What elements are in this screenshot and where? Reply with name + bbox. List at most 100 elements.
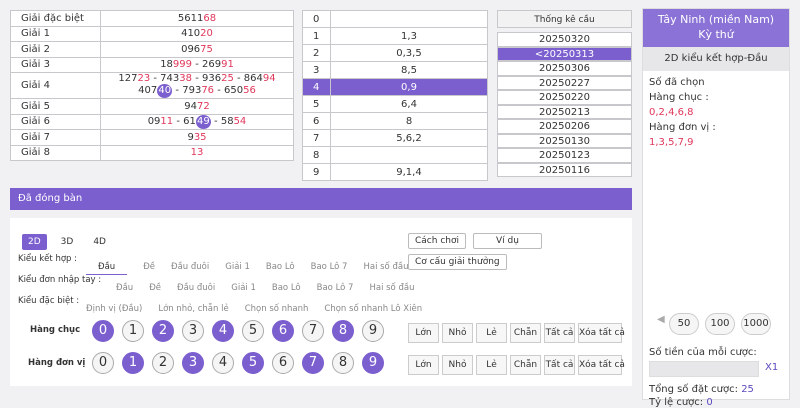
- chuc-ball[interactable]: 0: [92, 320, 114, 342]
- donvi-quick-button[interactable]: Xóa tất cả: [578, 355, 625, 375]
- example-button[interactable]: Ví dụ: [472, 233, 542, 249]
- chuc-quick-button[interactable]: Chẵn: [510, 323, 541, 343]
- donvi-ball[interactable]: 7: [302, 352, 324, 374]
- chip-50[interactable]: 50: [669, 313, 699, 335]
- option-item[interactable]: Đề: [149, 283, 161, 293]
- donvi-ball[interactable]: 1: [122, 352, 144, 374]
- prize-line: 13: [101, 147, 293, 158]
- chip-1000[interactable]: 1000: [741, 313, 771, 335]
- donvi-ball[interactable]: 4: [212, 352, 234, 374]
- option-item[interactable]: Hai số đầu: [363, 262, 408, 272]
- digit-row[interactable]: 68: [302, 112, 488, 130]
- donvi-ball[interactable]: 3: [182, 352, 204, 374]
- date-item[interactable]: 20250320: [497, 32, 632, 47]
- option-item[interactable]: Hai số đầu: [369, 283, 414, 293]
- digit-row[interactable]: 4 0,9: [302, 78, 488, 96]
- donvi-quick-button[interactable]: Nhỏ: [442, 355, 473, 375]
- digit-row[interactable]: 1 1,3: [302, 27, 488, 45]
- option-item[interactable]: Chọn số nhanh: [245, 304, 309, 314]
- chuc-label: Hàng chục :: [649, 92, 709, 103]
- option-item[interactable]: Đề: [143, 262, 155, 272]
- date-item[interactable]: 20250227: [497, 75, 632, 90]
- chuc-quick-button[interactable]: Lớn: [408, 323, 439, 343]
- donvi-quick-button[interactable]: Tất cả: [544, 355, 575, 375]
- option-item[interactable]: Giải 1: [231, 283, 256, 293]
- option-item[interactable]: Bao Lô 7: [317, 283, 354, 293]
- date-item[interactable]: 20250306: [497, 61, 632, 76]
- chip-left-arrow-icon[interactable]: ◀: [657, 314, 665, 325]
- option-item[interactable]: Đầu đuôi: [171, 262, 209, 272]
- prize-numbers: 9472: [100, 98, 294, 115]
- option-item[interactable]: Giải 1: [225, 262, 250, 272]
- donvi-ball[interactable]: 9: [362, 352, 384, 374]
- digit-row[interactable]: 9 9,1,4: [302, 163, 488, 181]
- chuc-ball[interactable]: 7: [302, 320, 324, 342]
- prize-label: Giải 5: [10, 98, 101, 115]
- chuc-ball[interactable]: 3: [182, 320, 204, 342]
- option-row: Định vị (Đầu) Lớn nhỏ, chẵn lẻ Chọn số nha…: [86, 296, 438, 315]
- digit-row[interactable]: 7 5,6,2: [302, 129, 488, 147]
- tail-digits: 76: [201, 85, 215, 96]
- digit-row[interactable]: 3 8,5: [302, 61, 488, 79]
- chuc-quick-button[interactable]: Tất cả: [544, 323, 575, 343]
- highlighted-number: 40: [157, 84, 173, 98]
- chuc-ball[interactable]: 9: [362, 320, 384, 342]
- chuc-ball[interactable]: 6: [272, 320, 294, 342]
- prize-label: Giải 6: [10, 113, 101, 130]
- date-item[interactable]: 20250130: [497, 133, 632, 148]
- option-item[interactable]: Bao Lô 7: [311, 262, 348, 272]
- date-item[interactable]: 20250206: [497, 119, 632, 134]
- prize-line: 9472: [101, 101, 293, 112]
- donvi-ball[interactable]: 6: [272, 352, 294, 374]
- option-row-label: Kiểu đơn nhập tay :: [18, 275, 102, 285]
- date-item[interactable]: 20250116: [497, 162, 632, 177]
- chuc-quick-button[interactable]: Nhỏ: [442, 323, 473, 343]
- option-item[interactable]: Chọn số nhanh Lô Xiên: [324, 304, 422, 314]
- date-item[interactable]: 20250213: [497, 104, 632, 119]
- tab-4d[interactable]: 4D: [87, 234, 112, 250]
- result-row: Giải đặc biệt 561168: [10, 10, 294, 27]
- digit-number: 5: [302, 95, 331, 113]
- date-item[interactable]: 20250220: [497, 90, 632, 105]
- chuc-row-label: Hàng chục: [30, 325, 81, 335]
- tail-digits: 11: [160, 115, 174, 127]
- donvi-ball[interactable]: 2: [152, 352, 174, 374]
- chip-100[interactable]: 100: [705, 313, 735, 335]
- donvi-quick-button[interactable]: Lẻ: [476, 355, 507, 375]
- option-item[interactable]: Đầu: [86, 262, 128, 275]
- digit-row[interactable]: 2 0,3,5: [302, 44, 488, 62]
- chuc-ball[interactable]: 1: [122, 320, 144, 342]
- donvi-label: Hàng đơn vị :: [649, 122, 716, 133]
- digit-row[interactable]: 5 6,4: [302, 95, 488, 113]
- option-item[interactable]: Lớn nhỏ, chẵn lẻ: [158, 304, 228, 314]
- digit-row[interactable]: 8: [302, 146, 488, 164]
- donvi-ball[interactable]: 5: [242, 352, 264, 374]
- prize-line: 41020: [101, 28, 293, 39]
- donvi-ball[interactable]: 8: [332, 352, 354, 374]
- digit-row[interactable]: 0: [302, 10, 488, 28]
- option-item[interactable]: Đầu đuôi: [177, 283, 215, 293]
- chuc-quick-button[interactable]: Lẻ: [476, 323, 507, 343]
- option-item[interactable]: Bao Lô: [266, 262, 295, 272]
- donvi-ball[interactable]: 0: [92, 352, 114, 374]
- chuc-ball[interactable]: 5: [242, 320, 264, 342]
- prize-numbers: 13: [100, 144, 294, 161]
- rules-button[interactable]: Cách chơi: [408, 233, 466, 249]
- bet-amount-input[interactable]: [649, 361, 759, 377]
- chuc-ball[interactable]: 4: [212, 320, 234, 342]
- prize-label: Giải 7: [10, 129, 101, 146]
- bet-slip-panel: Tây Ninh (miền Nam) Kỳ thứ 2D kiểu kết h…: [642, 8, 790, 408]
- date-item[interactable]: <20250313: [497, 46, 632, 61]
- donvi-quick-button[interactable]: Chẵn: [510, 355, 541, 375]
- option-item[interactable]: Bao Lô: [272, 283, 301, 293]
- tab-3d[interactable]: 3D: [55, 234, 80, 250]
- chuc-ball[interactable]: 8: [332, 320, 354, 342]
- tab-2d[interactable]: 2D: [22, 234, 47, 250]
- chuc-ball[interactable]: 2: [152, 320, 174, 342]
- donvi-quick-button[interactable]: Lớn: [408, 355, 439, 375]
- option-item[interactable]: Đầu: [116, 283, 133, 293]
- date-item[interactable]: 20250123: [497, 148, 632, 163]
- chuc-quick-button[interactable]: Xóa tất cả: [578, 323, 625, 343]
- multiplier[interactable]: X1: [765, 362, 778, 373]
- option-item[interactable]: Định vị (Đầu): [86, 304, 142, 314]
